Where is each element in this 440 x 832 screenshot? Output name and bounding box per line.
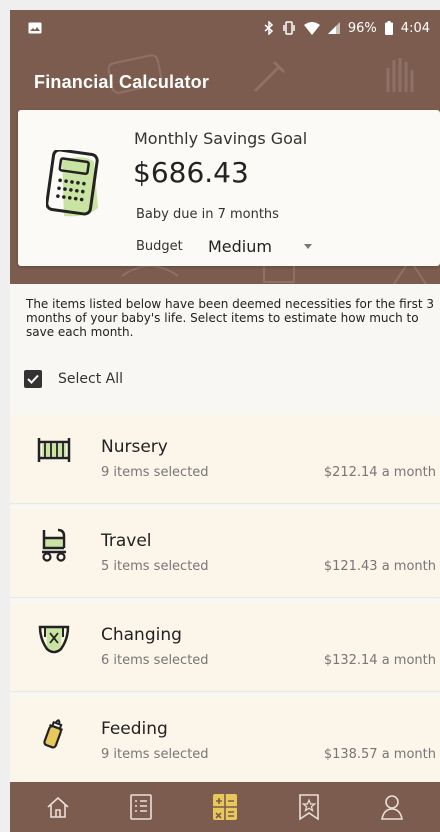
category-count: 5 items selected bbox=[101, 559, 209, 574]
category-amount: $132.14 a month bbox=[323, 653, 436, 668]
page-title: Financial Calculator bbox=[34, 72, 210, 92]
bluetooth-icon bbox=[264, 21, 274, 35]
checkmark-icon bbox=[27, 374, 39, 384]
intro-text: The items listed below have been deemed … bbox=[26, 297, 435, 339]
category-card-feeding[interactable]: Feeding 9 items selected $138.57 a month bbox=[10, 697, 440, 785]
nav-calculator[interactable] bbox=[203, 785, 247, 829]
home-icon bbox=[47, 796, 69, 818]
battery-percent: 96% bbox=[347, 20, 377, 36]
bottle-icon bbox=[36, 715, 72, 751]
category-name: Nursery bbox=[101, 437, 168, 457]
clock: 4:04 bbox=[400, 20, 430, 36]
vibrate-icon bbox=[282, 21, 296, 35]
category-amount: $138.57 a month bbox=[323, 747, 436, 762]
chevron-down-icon bbox=[304, 244, 312, 249]
category-name: Feeding bbox=[101, 719, 168, 739]
bottom-nav bbox=[10, 782, 440, 832]
calculator-icon bbox=[45, 148, 104, 226]
stroller-icon bbox=[36, 527, 72, 563]
crib-icon bbox=[36, 433, 72, 469]
category-name: Travel bbox=[101, 531, 152, 551]
bookmark-star-icon bbox=[298, 794, 319, 821]
header: Financial Calculator Monthly Savings Goa… bbox=[10, 46, 440, 284]
savings-goal-amount: $686.43 bbox=[133, 156, 249, 189]
budget-label: Budget bbox=[136, 239, 183, 254]
category-amount: $212.14 a month bbox=[323, 465, 436, 480]
diaper-icon bbox=[36, 621, 72, 657]
profile-icon bbox=[381, 795, 404, 820]
nav-checklist[interactable] bbox=[119, 785, 163, 829]
budget-select[interactable]: Medium bbox=[208, 232, 328, 260]
signal-icon bbox=[327, 22, 340, 34]
category-card-nursery[interactable]: Nursery 9 items selected $212.14 a month bbox=[10, 415, 440, 503]
image-icon bbox=[28, 22, 42, 34]
category-count: 9 items selected bbox=[101, 465, 209, 480]
category-list: Nursery 9 items selected $212.14 a month… bbox=[10, 415, 440, 791]
nav-home[interactable] bbox=[36, 785, 80, 829]
bottle-decor-icon bbox=[253, 60, 286, 93]
savings-goal-label: Monthly Savings Goal bbox=[134, 129, 308, 148]
checklist-icon bbox=[130, 794, 153, 820]
nav-profile[interactable] bbox=[370, 785, 414, 829]
calculator-nav-icon bbox=[212, 794, 237, 820]
select-all-toggle[interactable]: Select All bbox=[24, 370, 123, 388]
app-screen: 96% 4:04 Financial Calculator Monthly Sa… bbox=[10, 10, 440, 832]
category-card-changing[interactable]: Changing 6 items selected $132.14 a mont… bbox=[10, 603, 440, 691]
category-count: 6 items selected bbox=[101, 653, 209, 668]
savings-goal-card: Monthly Savings Goal $686.43 Baby due in… bbox=[18, 110, 440, 266]
budget-select-value: Medium bbox=[208, 236, 272, 256]
wifi-icon bbox=[303, 21, 320, 35]
category-amount: $121.43 a month bbox=[323, 559, 436, 574]
nav-favorites[interactable] bbox=[287, 785, 331, 829]
category-card-travel[interactable]: Travel 5 items selected $121.43 a month bbox=[10, 509, 440, 597]
category-count: 9 items selected bbox=[101, 747, 209, 762]
battery-icon bbox=[384, 21, 393, 35]
hand-decor-icon bbox=[386, 58, 414, 92]
category-name: Changing bbox=[101, 625, 182, 645]
select-all-label: Select All bbox=[58, 371, 123, 387]
due-date-text: Baby due in 7 months bbox=[136, 207, 279, 222]
status-bar: 96% 4:04 bbox=[10, 10, 440, 46]
select-all-checkbox[interactable] bbox=[24, 370, 42, 388]
